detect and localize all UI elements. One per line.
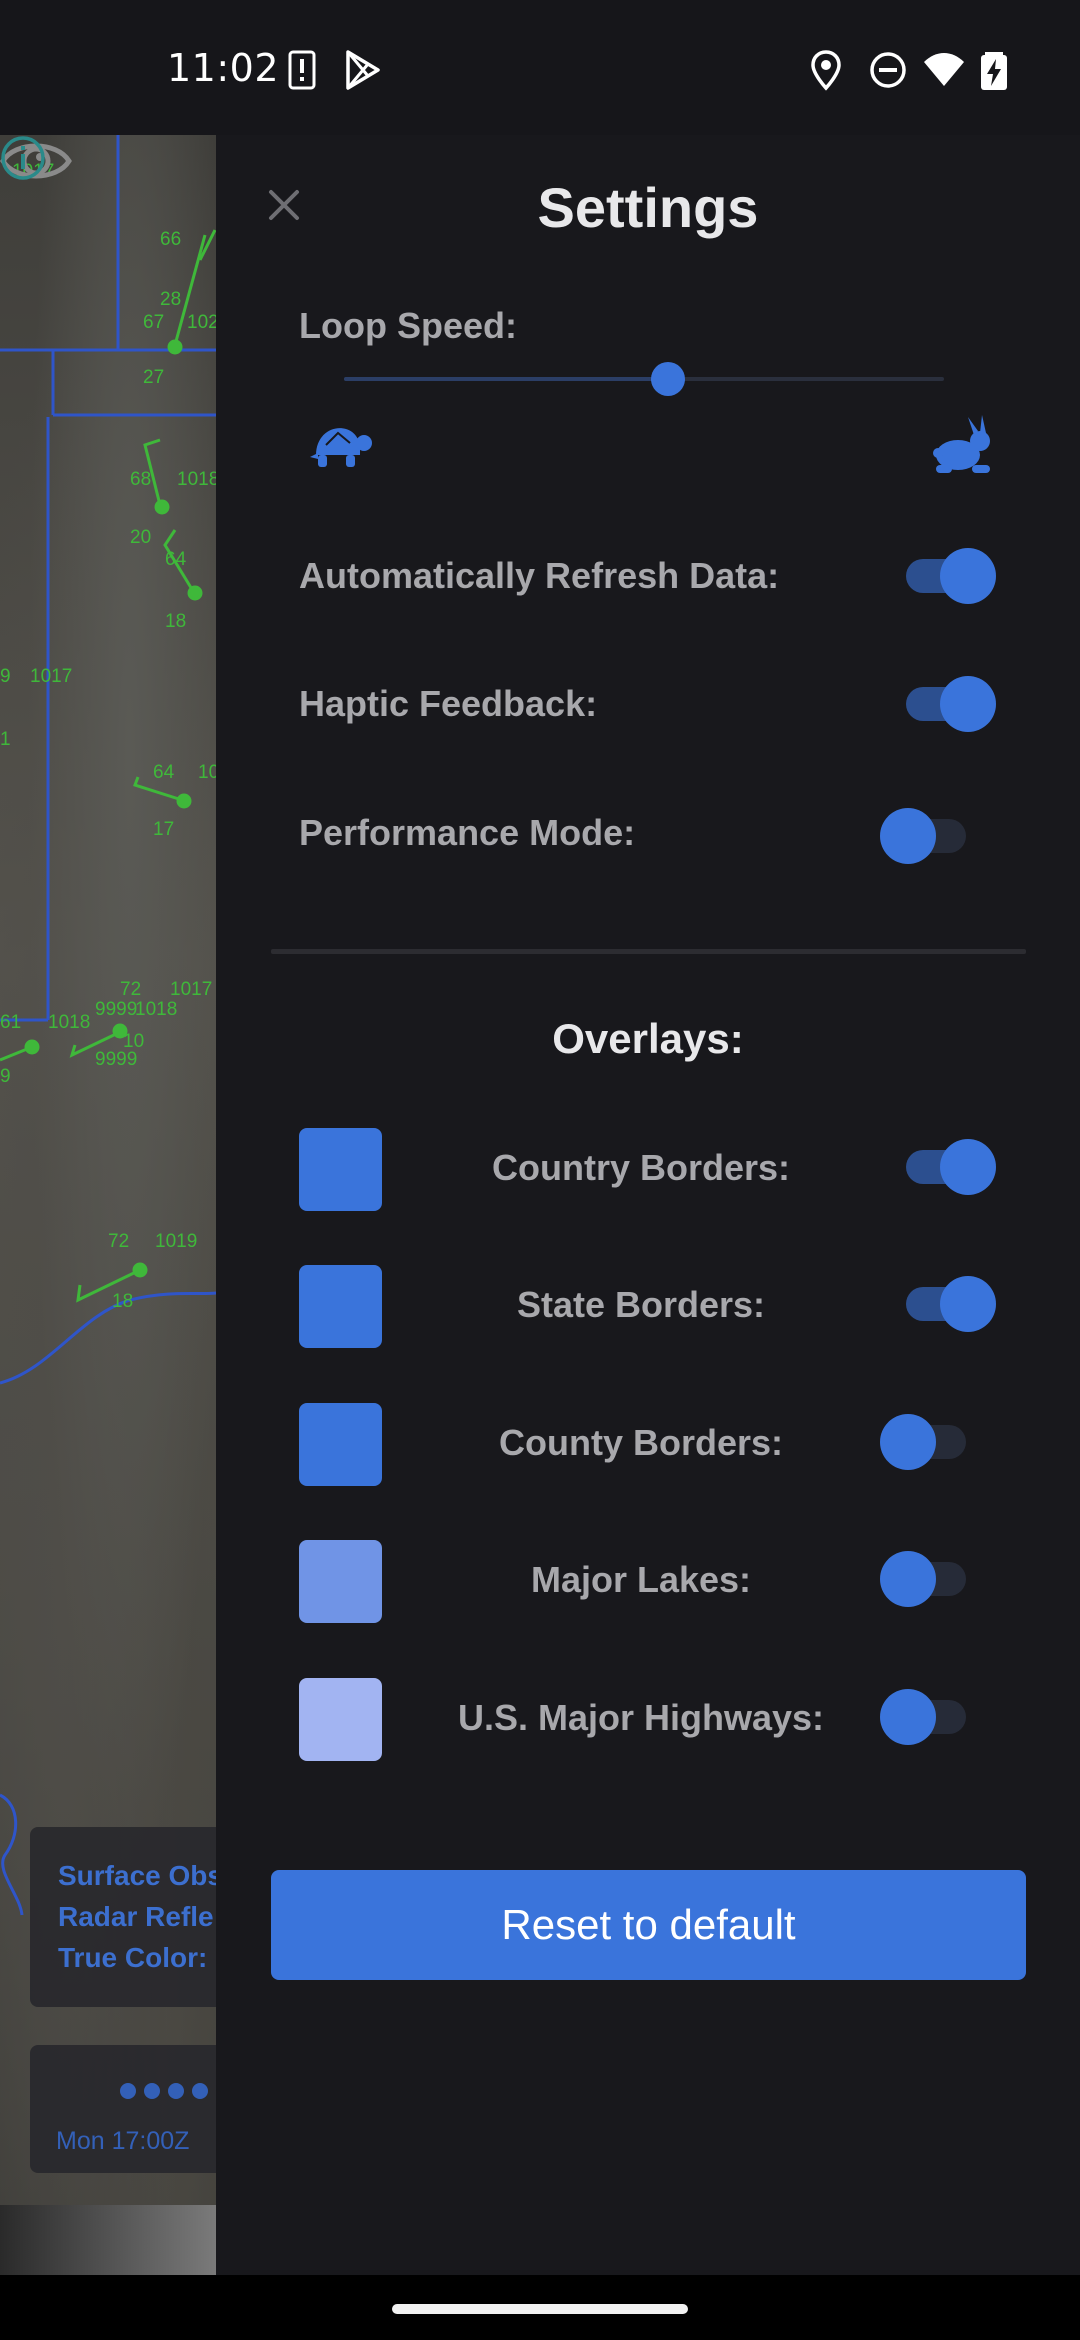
station-number: 20 [130, 527, 151, 548]
station-number: 10 [198, 762, 216, 783]
station-number: 1018 [135, 999, 177, 1020]
station-number: 17 [153, 819, 174, 840]
page-title: Settings [537, 176, 759, 239]
location-icon [811, 50, 841, 91]
highways-label: U.S. Major Highways: [457, 1697, 825, 1738]
station-number: 72 [108, 1231, 129, 1252]
station-number: 1 [0, 729, 11, 750]
haptic-toggle[interactable] [900, 673, 996, 733]
station-number: 68 [130, 469, 151, 490]
battery-charging-icon [981, 52, 1007, 90]
overlay-color-swatch[interactable] [299, 1540, 382, 1623]
highways-toggle[interactable] [880, 1686, 976, 1746]
station-number: 1017 [30, 666, 72, 687]
major-lakes-label: Major Lakes: [530, 1559, 752, 1600]
section-divider [271, 949, 1026, 954]
wifi-icon [924, 53, 964, 86]
overlay-color-swatch[interactable] [299, 1128, 382, 1211]
reset-to-default-button[interactable]: Reset to default [271, 1870, 1026, 1980]
map-bottom-strip [0, 2205, 216, 2275]
legend-item: Radar Refle [58, 1901, 214, 1932]
loop-speed-label: Loop Speed: [299, 305, 517, 346]
info-icon[interactable] [0, 135, 46, 181]
loop-speed-slider[interactable] [344, 362, 944, 396]
legend-item: Surface Obs [58, 1860, 216, 1891]
overlay-color-swatch[interactable] [299, 1265, 382, 1348]
station-number: 9999 [95, 999, 137, 1020]
overlays-title: Overlays: [552, 1015, 744, 1062]
settings-panel: Settings Loop Speed: Automatically Refre… [216, 135, 1080, 2275]
station-number: 9 [0, 666, 11, 687]
station-number: 1018 [177, 469, 216, 490]
status-bar: 11:02 [0, 0, 1080, 135]
performance-toggle[interactable] [880, 805, 976, 865]
station-number: 9999 [95, 1049, 137, 1070]
home-indicator[interactable] [392, 2304, 688, 2314]
station-number: 28 [160, 289, 181, 310]
time-control[interactable]: Mon 17:00Z [30, 2045, 216, 2173]
country-borders-toggle[interactable] [900, 1136, 996, 1196]
overlay-color-swatch[interactable] [299, 1403, 382, 1486]
navigation-bar [0, 2275, 1080, 2340]
station-number: 102 [187, 312, 216, 333]
turtle-icon [310, 428, 372, 467]
frame-time: Mon 17:00Z [56, 2127, 190, 2155]
station-number: 64 [165, 549, 187, 570]
overlay-color-swatch[interactable] [299, 1678, 382, 1761]
play-store-icon [346, 50, 380, 90]
station-number: 27 [143, 367, 164, 388]
station-number: 1017 [170, 979, 212, 1000]
station-number: 18 [165, 611, 186, 632]
slider-thumb[interactable] [651, 362, 685, 396]
do-not-disturb-icon [870, 52, 906, 88]
rabbit-icon [933, 415, 990, 473]
station-number: 9 [0, 1066, 11, 1087]
slider-fill [344, 377, 668, 381]
frame-dots [120, 2083, 216, 2099]
auto-refresh-toggle[interactable] [900, 545, 996, 605]
county-borders-label: County Borders: [498, 1422, 783, 1463]
layer-legend[interactable]: Surface Obs Radar Refle True Color: [30, 1827, 216, 2007]
auto-refresh-label: Automatically Refresh Data: [299, 555, 780, 596]
major-lakes-toggle[interactable] [880, 1548, 976, 1608]
status-time: 11:02 [167, 46, 280, 90]
station-number: 64 [153, 762, 175, 783]
legend-item: True Color: [58, 1942, 208, 1973]
state-borders-toggle[interactable] [900, 1273, 996, 1333]
country-borders-label: Country Borders: [491, 1147, 791, 1188]
station-number: 61 [0, 1012, 21, 1033]
weather-map[interactable]: 1017 66 28 67 102 27 68 1018 20 64 18 9 … [0, 135, 216, 2205]
station-number: 67 [143, 312, 164, 333]
station-number: 66 [160, 229, 181, 250]
sim-alert-icon [288, 50, 316, 90]
station-number: 72 [120, 979, 141, 1000]
station-number: 1018 [48, 1012, 90, 1033]
county-borders-toggle[interactable] [880, 1411, 976, 1471]
station-number: 1019 [155, 1231, 197, 1252]
performance-label: Performance Mode: [299, 812, 636, 853]
haptic-label: Haptic Feedback: [299, 683, 598, 724]
state-borders-label: State Borders: [516, 1284, 766, 1325]
station-number: 18 [112, 1291, 133, 1312]
